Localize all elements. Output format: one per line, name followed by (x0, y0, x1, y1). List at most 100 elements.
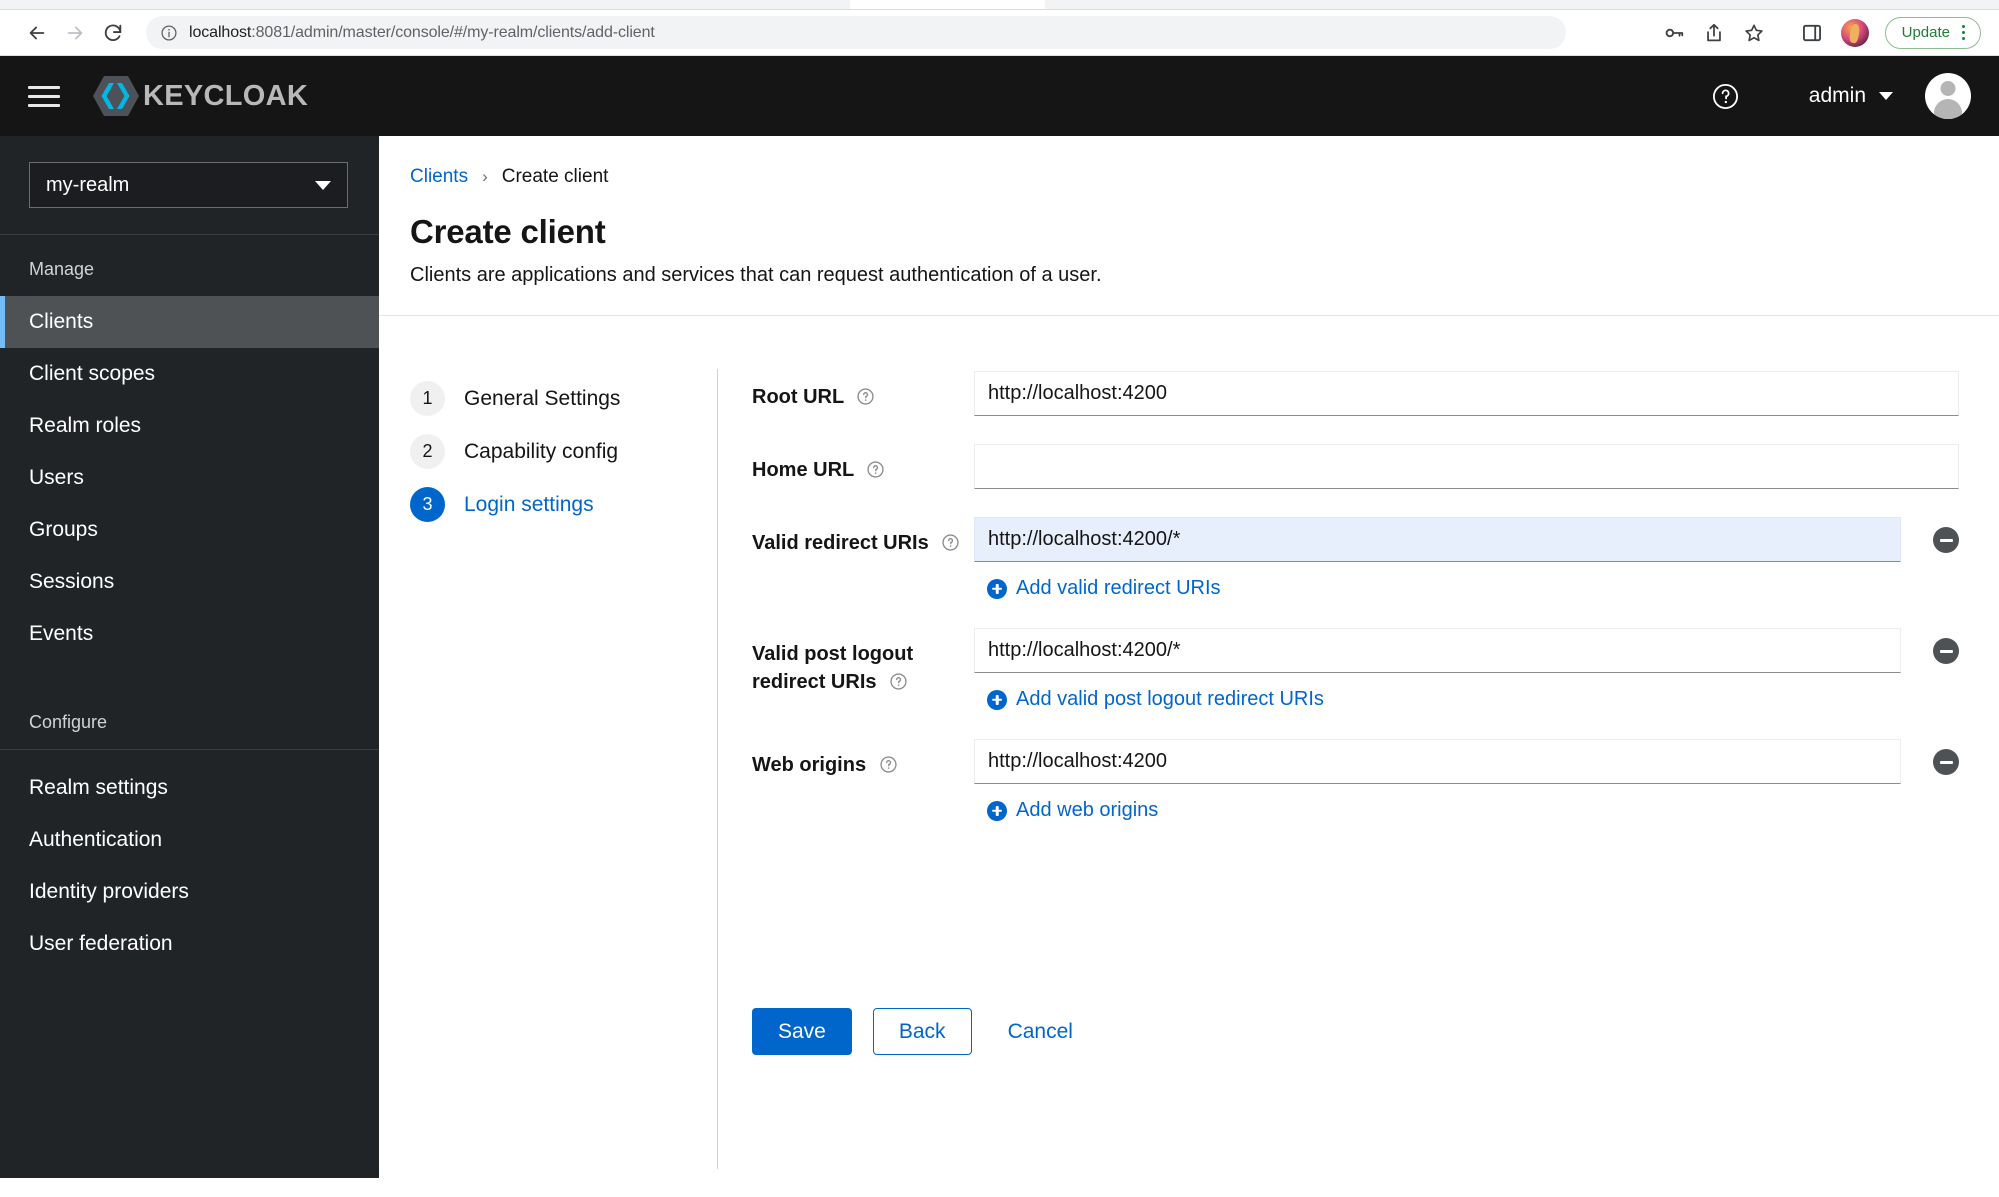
realm-selector[interactable]: my-realm (29, 162, 348, 208)
web-origins-label-text: Web origins (752, 754, 867, 776)
remove-web-origin-button[interactable] (1933, 749, 1959, 775)
valid-redirect-uris-control: Add valid redirect URIs (974, 517, 1959, 600)
sidebar-item-user-federation[interactable]: User federation (0, 918, 379, 970)
wizard-step-capability-config[interactable]: 2 Capability config (410, 425, 717, 478)
caret-down-icon (315, 180, 331, 190)
sidebar-item-identity-providers[interactable]: Identity providers (0, 866, 379, 918)
sidebar-item-label: User federation (29, 932, 173, 955)
breadcrumb-clients-link[interactable]: Clients (410, 166, 468, 188)
realm-selector-value: my-realm (46, 173, 130, 196)
sidebar-item-realm-roles[interactable]: Realm roles (0, 400, 379, 452)
back-button[interactable]: Back (872, 1008, 972, 1055)
help-circle-icon[interactable] (866, 459, 885, 487)
back-arrow-icon[interactable] (18, 14, 56, 52)
breadcrumb-current: Create client (501, 166, 609, 187)
reload-icon[interactable] (94, 14, 132, 52)
page-header: Clients › Create client Create client Cl… (379, 136, 1999, 316)
web-origins-input[interactable] (974, 739, 1901, 784)
valid-redirect-uris-input[interactable] (974, 517, 1901, 562)
help-circle-icon[interactable] (879, 754, 898, 782)
add-valid-post-logout-redirect-uris-button[interactable]: Add valid post logout redirect URIs (974, 688, 1959, 711)
step-number: 2 (410, 434, 445, 469)
address-bar[interactable]: localhost:8081/admin/master/console/#/my… (146, 16, 1566, 49)
sidebar-item-groups[interactable]: Groups (0, 504, 379, 556)
masthead-actions: admin (1703, 73, 1971, 119)
brand-logo[interactable]: KEYCLOAK (92, 74, 308, 118)
add-web-origins-label: Add web origins (1016, 799, 1159, 821)
key-icon[interactable] (1655, 14, 1693, 52)
app-body: my-realm Manage Clients Client scopes Re… (0, 136, 1999, 1197)
nav-section-configure-label: Configure (29, 712, 108, 732)
hamburger-menu-icon[interactable] (22, 74, 66, 118)
step-number: 1 (410, 381, 445, 416)
sidebar-item-events[interactable]: Events (0, 608, 379, 660)
valid-redirect-uris-label: Valid redirect URIs (752, 517, 974, 600)
remove-valid-post-logout-redirect-uri-button[interactable] (1933, 638, 1959, 664)
profile-avatar-icon[interactable] (1840, 18, 1869, 47)
sidebar-item-users[interactable]: Users (0, 452, 379, 504)
side-panel-icon[interactable] (1793, 14, 1831, 52)
sidebar-item-label: Events (29, 622, 94, 645)
kebab-menu-icon[interactable] (1952, 25, 1974, 40)
form-actions: Save Back Cancel (752, 1008, 1959, 1055)
sidebar-navigation: my-realm Manage Clients Client scopes Re… (0, 136, 379, 1178)
form-row-valid-redirect-uris: Valid redirect URIs Add valid redirect (752, 517, 1959, 600)
brand-name: KEYCLOAK (143, 79, 309, 112)
remove-valid-redirect-uri-button[interactable] (1933, 527, 1959, 553)
sidebar-item-client-scopes[interactable]: Client scopes (0, 348, 379, 400)
home-url-label: Home URL (752, 444, 974, 489)
valid-redirect-uris-label-text: Valid redirect URIs (752, 532, 929, 554)
help-circle-icon[interactable] (856, 386, 875, 414)
user-menu[interactable]: admin (1749, 84, 1913, 108)
plus-circle-icon (987, 689, 1007, 710)
save-button[interactable]: Save (752, 1008, 852, 1055)
sidebar-item-clients[interactable]: Clients (0, 296, 379, 348)
valid-post-logout-redirect-uris-input-line (974, 628, 1959, 673)
update-label: Update (1901, 24, 1950, 41)
breadcrumb: Clients › Create client (410, 166, 1959, 188)
active-browser-tab[interactable] (850, 0, 1045, 9)
user-avatar-icon[interactable] (1925, 73, 1971, 119)
keycloak-logo-icon (92, 74, 140, 118)
valid-post-logout-redirect-uris-input[interactable] (974, 628, 1901, 673)
web-origins-label: Web origins (752, 739, 974, 822)
wizard-divider (717, 369, 718, 1169)
cancel-button[interactable]: Cancel (993, 1008, 1088, 1055)
breadcrumb-separator-icon: › (482, 167, 488, 186)
chevron-down-icon (1879, 92, 1893, 100)
add-valid-redirect-uris-button[interactable]: Add valid redirect URIs (974, 577, 1959, 600)
help-circle-icon[interactable] (889, 671, 908, 699)
sidebar-item-label: Realm roles (29, 414, 142, 437)
sidebar-item-label: Sessions (29, 570, 115, 593)
info-circle-icon[interactable] (160, 24, 178, 42)
add-valid-redirect-uris-label: Add valid redirect URIs (1016, 577, 1221, 599)
sidebar-item-authentication[interactable]: Authentication (0, 814, 379, 866)
url-host: localhost (189, 23, 252, 41)
user-name-label: admin (1808, 84, 1866, 107)
sidebar-item-label: Clients (29, 310, 94, 333)
share-icon[interactable] (1695, 14, 1733, 52)
sidebar-item-label: Realm settings (29, 776, 168, 799)
sidebar-item-label: Users (29, 466, 84, 489)
sidebar-item-realm-settings[interactable]: Realm settings (0, 762, 379, 814)
wizard-step-general-settings[interactable]: 1 General Settings (410, 372, 717, 425)
main-content: Clients › Create client Create client Cl… (379, 136, 1999, 1197)
help-circle-icon[interactable] (941, 532, 960, 560)
add-web-origins-button[interactable]: Add web origins (974, 799, 1959, 822)
wizard-step-login-settings[interactable]: 3 Login settings (410, 478, 717, 531)
home-url-input-line (974, 444, 1959, 489)
home-url-input[interactable] (974, 444, 1959, 489)
forward-arrow-icon[interactable] (56, 14, 94, 52)
wizard-steps: 1 General Settings 2 Capability config 3… (410, 369, 717, 1169)
update-button[interactable]: Update (1884, 16, 1981, 49)
tab-strip-right-area (1045, 0, 1999, 9)
step-label: Login settings (464, 492, 594, 516)
form-row-root-url: Root URL (752, 371, 1959, 416)
help-circle-icon[interactable] (1703, 73, 1749, 119)
sidebar-item-sessions[interactable]: Sessions (0, 556, 379, 608)
login-settings-form: Root URL Home URL (752, 369, 1999, 1169)
form-row-web-origins: Web origins Add web origins (752, 739, 1959, 822)
star-icon[interactable] (1735, 14, 1773, 52)
root-url-input[interactable] (974, 371, 1959, 416)
